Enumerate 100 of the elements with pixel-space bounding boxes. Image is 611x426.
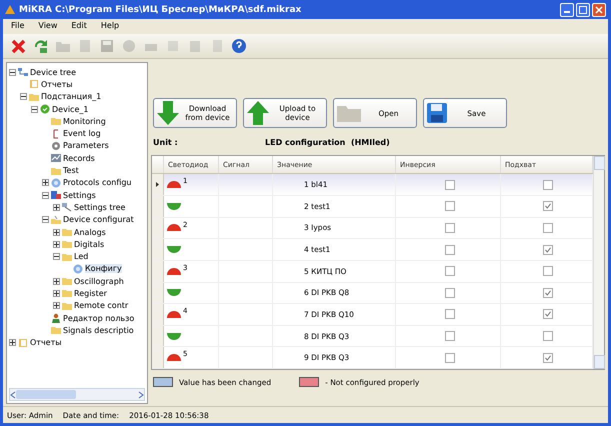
tree-item[interactable]: Test xyxy=(63,166,79,176)
paste-icon xyxy=(187,38,203,54)
expander-icon[interactable] xyxy=(53,302,60,310)
tree-item[interactable]: Settings tree xyxy=(74,202,126,212)
minimize-button[interactable] xyxy=(560,2,574,16)
device-icon xyxy=(40,104,50,114)
settings-icon xyxy=(51,190,61,200)
expander-icon[interactable] xyxy=(42,179,49,186)
toolbar-button[interactable] xyxy=(229,36,249,56)
expander-icon[interactable] xyxy=(9,339,16,346)
expander-icon[interactable] xyxy=(53,290,60,297)
folder-icon xyxy=(62,252,72,262)
expander-icon[interactable] xyxy=(42,216,49,224)
tree-item[interactable]: Remote contr xyxy=(74,301,128,310)
tree-item[interactable]: Monitoring xyxy=(63,116,106,126)
tree-item[interactable]: Register xyxy=(74,288,107,298)
tree-item[interactable]: Digitals xyxy=(74,240,104,249)
down-arrow-icon xyxy=(157,101,179,125)
globe-icon xyxy=(51,178,61,188)
maximize-icon xyxy=(579,6,587,14)
copy-icon xyxy=(165,38,181,54)
document-icon xyxy=(18,338,28,348)
app-icon xyxy=(5,4,15,14)
folder-icon xyxy=(29,92,39,102)
folder-icon xyxy=(51,214,61,225)
refresh-icon xyxy=(33,38,49,54)
checkbox[interactable] xyxy=(444,201,454,212)
checkbox[interactable] xyxy=(543,288,553,298)
row-pointer-icon xyxy=(156,182,159,188)
expander-icon[interactable] xyxy=(31,106,38,113)
folder-icon xyxy=(337,104,361,122)
menu-item[interactable]: Edit xyxy=(71,21,87,32)
checkbox[interactable] xyxy=(543,201,553,212)
maximize-button[interactable] xyxy=(576,2,590,16)
checkbox[interactable] xyxy=(543,309,553,320)
menu-item[interactable]: View xyxy=(38,21,58,32)
checkbox[interactable] xyxy=(444,331,454,342)
expander-icon[interactable] xyxy=(42,192,49,199)
document-icon xyxy=(29,79,39,90)
expander-icon[interactable] xyxy=(53,228,60,236)
tree-item[interactable]: Analogs xyxy=(74,228,106,236)
checkbox[interactable] xyxy=(543,180,553,190)
gear-icon xyxy=(51,140,61,151)
tree-item[interactable]: Led xyxy=(74,252,88,262)
expander-icon[interactable] xyxy=(20,93,27,100)
checkbox[interactable] xyxy=(444,244,454,255)
checkbox[interactable] xyxy=(543,331,553,342)
menu-item[interactable]: Help xyxy=(100,21,120,32)
expander-icon[interactable] xyxy=(53,253,60,260)
vertical-scrollbar[interactable] xyxy=(593,156,604,369)
tree-item[interactable]: Oscillograph xyxy=(74,276,124,286)
tree-item[interactable]: Отчеты xyxy=(30,338,62,348)
help-icon xyxy=(231,38,247,54)
folder-icon xyxy=(62,300,72,311)
checkbox[interactable] xyxy=(543,244,553,255)
tree-item[interactable]: Protocols configu xyxy=(63,178,132,188)
horizontal-scrollbar[interactable] xyxy=(9,388,145,401)
delete-icon xyxy=(11,38,27,54)
tree-item[interactable]: Редактор пользо xyxy=(63,314,134,323)
checkbox[interactable] xyxy=(444,288,454,298)
expander-icon[interactable] xyxy=(53,204,60,211)
tree-item[interactable]: Device configurat xyxy=(63,215,134,224)
folder-icon xyxy=(62,288,72,298)
checkbox[interactable] xyxy=(543,352,553,363)
tree-item[interactable]: Device tree xyxy=(30,68,76,77)
tree-item[interactable]: Signals descriptio xyxy=(63,326,134,335)
folder-icon xyxy=(51,166,61,176)
save-icon xyxy=(99,38,115,54)
globe-icon xyxy=(73,264,83,274)
tree-item[interactable]: Device_1 xyxy=(52,104,88,114)
folder-icon xyxy=(62,276,72,286)
user-icon xyxy=(51,313,61,324)
window-title: MiKRA C:\Program Files\ИЦ Бреслер\МиКРА\sdf.mikrax xyxy=(19,4,302,14)
checkbox[interactable] xyxy=(444,222,454,233)
tree-item[interactable]: Records xyxy=(63,154,95,163)
network-icon xyxy=(18,67,28,78)
tree-item[interactable]: Settings xyxy=(63,190,96,200)
checkbox[interactable] xyxy=(444,266,454,276)
unit-label: Unit : xyxy=(153,138,179,147)
close-icon xyxy=(595,6,603,14)
menu-item[interactable]: File xyxy=(11,21,24,32)
up-arrow-icon xyxy=(247,101,269,125)
expander-icon[interactable] xyxy=(53,240,60,248)
tree-item[interactable]: Event log xyxy=(63,129,101,138)
log-icon xyxy=(51,128,61,139)
tree-item[interactable]: Отчеты xyxy=(41,80,73,89)
checkbox[interactable] xyxy=(543,266,553,276)
checkbox[interactable] xyxy=(444,180,454,190)
folder-icon xyxy=(62,239,72,250)
expander-icon[interactable] xyxy=(53,278,60,285)
expander-icon[interactable] xyxy=(9,68,16,76)
checkbox[interactable] xyxy=(543,222,553,233)
checkbox[interactable] xyxy=(444,309,454,320)
checkbox[interactable] xyxy=(444,352,454,363)
tree-item[interactable]: Подстанция_1 xyxy=(41,92,102,102)
tool-icon xyxy=(62,202,72,212)
back-icon xyxy=(121,38,137,54)
tree-item[interactable]: Конфигу xyxy=(85,264,122,274)
close-button[interactable] xyxy=(592,2,606,16)
tree-item[interactable]: Parameters xyxy=(63,141,109,150)
